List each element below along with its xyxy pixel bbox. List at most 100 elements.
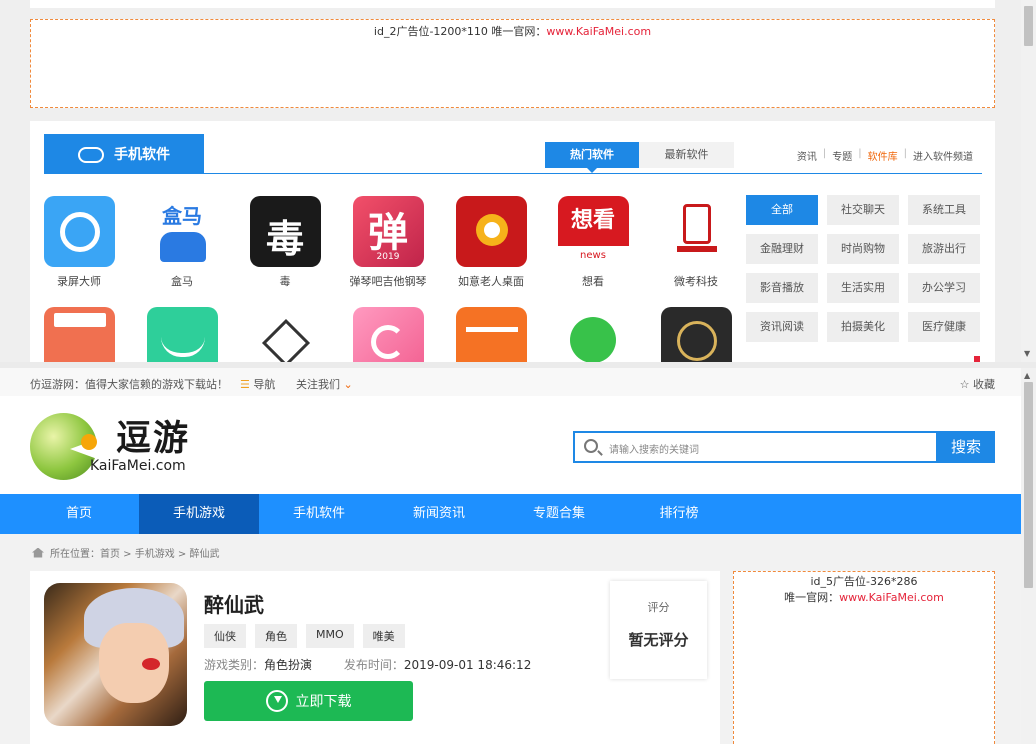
category-shopping[interactable]: 时尚购物: [827, 234, 899, 264]
nav-mobile-games[interactable]: 手机游戏: [139, 494, 259, 534]
app-item[interactable]: 弹 2019 弹琴吧吉他钢琴: [343, 196, 433, 289]
scroll-down-arrow-icon[interactable]: ▼: [1024, 350, 1030, 358]
search-input[interactable]: 请输入搜索的关键词: [573, 431, 938, 463]
app-item[interactable]: 盒马 盒马: [137, 196, 227, 289]
category-travel[interactable]: 旅游出行: [908, 234, 980, 264]
app-item[interactable]: [446, 307, 536, 362]
game-detail-card: 醉仙武 仙侠 角色 MMO 唯美 游戏类别：角色扮演 发布时间：2019-09-…: [30, 571, 720, 744]
category-system-tools[interactable]: 系统工具: [908, 195, 980, 225]
category-lifestyle[interactable]: 生活实用: [827, 273, 899, 303]
section-links: 资讯 | 专题 | 软件库 | 进入软件频道: [796, 148, 973, 163]
app-item[interactable]: [34, 307, 124, 362]
breadcrumb-text[interactable]: 所在位置：首页 > 手机游戏 > 醉仙武: [50, 545, 219, 560]
search-icon: [584, 439, 598, 453]
app-name: 微考科技: [674, 275, 718, 288]
game-meta: 游戏类别：角色扮演 发布时间：2019-09-01 18:46:12: [204, 658, 532, 672]
app-item[interactable]: [137, 307, 227, 362]
upper-page-view: id_2广告位-1200*110 唯一官网：www.KaiFaMei.com 手…: [0, 0, 1021, 362]
app-item[interactable]: [548, 307, 638, 362]
score-box: 评分 暂无评分: [610, 581, 707, 679]
ad-side-link[interactable]: www.KaiFaMei.com: [839, 591, 944, 604]
link-topics[interactable]: 专题: [832, 148, 852, 163]
favorite-link[interactable]: ☆ 收藏: [960, 376, 995, 392]
download-button[interactable]: 立即下载: [204, 681, 413, 721]
nav-menu-link[interactable]: ☰ 导航: [240, 376, 275, 392]
search-placeholder: 请输入搜索的关键词: [609, 445, 699, 456]
nav-mobile-software[interactable]: 手机软件: [259, 494, 379, 534]
xiangkan-icon: 想看 news: [557, 196, 629, 267]
app-item[interactable]: 毒 毒: [240, 196, 330, 289]
menu-icon: ☰: [240, 378, 250, 391]
star-icon: ☆: [959, 378, 970, 391]
ad-top-text: id_2广告位-1200*110 唯一官网：: [373, 25, 547, 38]
tab-new-software[interactable]: 最新软件: [639, 142, 734, 168]
category-social[interactable]: 社交聊天: [827, 195, 899, 225]
nav-topics[interactable]: 专题合集: [499, 494, 619, 534]
section-divider: [44, 173, 982, 174]
logo-title[interactable]: 逗游: [116, 410, 190, 461]
ruyi-launcher-icon: [455, 196, 527, 267]
link-software-channel[interactable]: 进入软件频道: [913, 148, 973, 163]
download-icon: [265, 690, 288, 712]
app-item[interactable]: [651, 307, 741, 362]
search-button[interactable]: 搜索: [937, 431, 995, 463]
upper-scroll-thumb[interactable]: [1024, 6, 1033, 46]
home-icon[interactable]: [32, 547, 44, 558]
logo-dot: [81, 434, 97, 450]
du-app-icon: 毒: [249, 196, 321, 267]
app-item[interactable]: [343, 307, 433, 362]
lower-scroll-thumb[interactable]: [1024, 382, 1033, 588]
nav-home[interactable]: 首页: [19, 494, 139, 534]
category-finance[interactable]: 金融理财: [746, 234, 818, 264]
tag[interactable]: 角色: [255, 624, 297, 648]
header-remnant: [30, 0, 995, 8]
gamepad-icon: [78, 147, 104, 163]
weikao-icon: [660, 196, 732, 267]
app-item[interactable]: 如意老人桌面: [446, 196, 536, 289]
follow-us-link[interactable]: 关注我们 ⌄: [296, 376, 353, 392]
nav-rankings[interactable]: 排行榜: [619, 494, 739, 534]
game-title: 醉仙武: [204, 593, 264, 617]
category-reading[interactable]: 资讯阅读: [746, 312, 818, 342]
game-type: 角色扮演: [264, 658, 313, 672]
site-topbar: 仿逗游网：值得大家信赖的游戏下载站！ ☰ 导航 关注我们 ⌄ ☆ 收藏: [0, 368, 1021, 396]
category-all[interactable]: 全部: [746, 195, 818, 225]
tab-hot-software[interactable]: 热门软件: [545, 142, 639, 173]
logo-domain: KaiFaMei.com: [90, 458, 186, 474]
ad-top-link[interactable]: www.KaiFaMei.com: [546, 25, 651, 38]
category-media[interactable]: 影音播放: [746, 273, 818, 303]
tag[interactable]: MMO: [306, 624, 354, 648]
upper-scrollbar[interactable]: ▼: [1021, 0, 1036, 362]
tag[interactable]: 唯美: [362, 624, 405, 648]
link-software-library[interactable]: 软件库: [868, 148, 898, 163]
game-cover-icon: [44, 583, 187, 726]
lower-scrollbar[interactable]: ▲: [1021, 368, 1036, 744]
app-item[interactable]: 微考科技: [651, 196, 741, 289]
category-health[interactable]: 医疗健康: [908, 312, 980, 342]
screen-recorder-icon: [43, 196, 115, 267]
app-item[interactable]: 录屏大师: [34, 196, 124, 289]
app-name: 录屏大师: [57, 275, 101, 288]
gold-seal-app-icon: [660, 307, 732, 362]
section-title-text: 手机软件: [114, 146, 170, 163]
hema-icon: 盒马: [146, 196, 218, 267]
mobile-software-section: 手机软件 热门软件 最新软件 资讯 | 专题 | 软件库 | 进入软件频道 录屏大师 …: [30, 121, 995, 362]
app-item[interactable]: [240, 307, 330, 362]
ad-sidebar[interactable]: id_5广告位-326*286 唯一官网：www.KaiFaMei.com: [733, 571, 995, 744]
site-header: 逗游 KaiFaMei.com 请输入搜索的关键词 搜索: [0, 396, 1021, 494]
scroll-up-arrow-icon[interactable]: ▲: [1024, 372, 1030, 380]
lower-page-view: 仿逗游网：值得大家信赖的游戏下载站！ ☰ 导航 关注我们 ⌄ ☆ 收藏 逗游 K…: [0, 368, 1021, 744]
pink-app-icon: [352, 307, 424, 362]
main-navigation: 首页 手机游戏 手机软件 新闻资讯 专题合集 排行榜: [0, 494, 1021, 534]
link-news[interactable]: 资讯: [797, 148, 817, 163]
chevron-down-icon: ⌄: [343, 378, 353, 391]
ad-banner-top[interactable]: id_2广告位-1200*110 唯一官网：www.KaiFaMei.com: [30, 19, 995, 108]
nav-news[interactable]: 新闻资讯: [379, 494, 499, 534]
category-office[interactable]: 办公学习: [908, 273, 980, 303]
category-photo[interactable]: 拍摄美化: [827, 312, 899, 342]
category-filter: 全部 社交聊天 系统工具 金融理财 时尚购物 旅游出行 影音播放 生活实用 办公…: [746, 195, 982, 342]
tag[interactable]: 仙侠: [204, 624, 246, 648]
app-item[interactable]: 想看 news 想看: [548, 196, 638, 289]
piano-guitar-icon: 弹 2019: [352, 196, 424, 267]
red-marker: [974, 356, 980, 362]
